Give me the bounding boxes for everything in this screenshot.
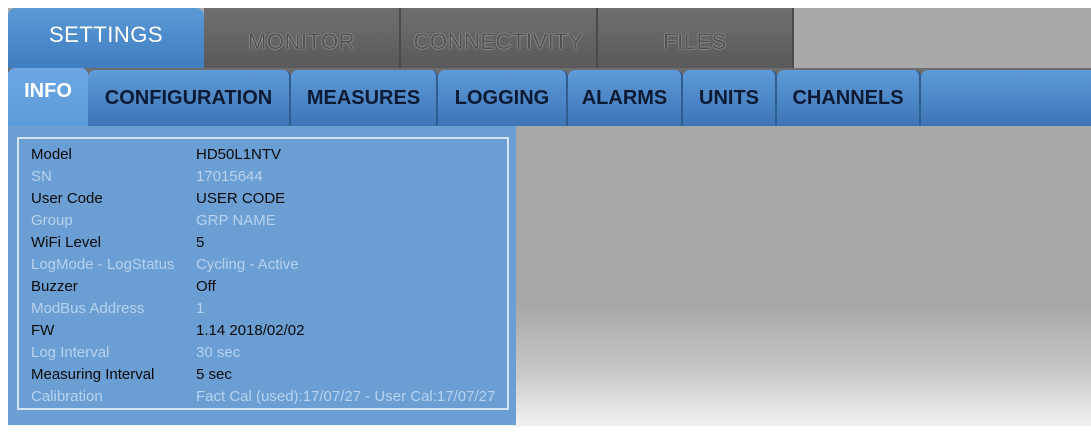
info-key: WiFi Level [31, 234, 102, 251]
info-row-buzzer: Buzzer Off [31, 276, 511, 298]
tab-measures[interactable]: MEASURES [291, 70, 438, 126]
info-value: 5 [196, 234, 205, 251]
info-key: Calibration [31, 388, 103, 405]
info-row-modbus-address: ModBus Address 1 [31, 298, 511, 320]
info-key: ModBus Address [31, 300, 145, 317]
tab-channels[interactable]: CHANNELS [777, 70, 921, 126]
tab-connectivity[interactable]: CONNECTIVITY [401, 8, 598, 68]
info-key: Log Interval [31, 344, 110, 361]
info-key: Measuring Interval [31, 366, 155, 383]
tab-connectivity-label: CONNECTIVITY [413, 29, 584, 54]
info-row-log-interval: Log Interval 30 sec [31, 342, 511, 364]
info-row-user-code: User Code USER CODE [31, 188, 511, 210]
tab-units[interactable]: UNITS [683, 70, 777, 126]
info-panel: Model HD50L1NTV SN 17015644 User Code US… [17, 137, 509, 410]
tab-configuration[interactable]: CONFIGURATION [88, 70, 291, 126]
info-row-fw: FW 1.14 2018/02/02 [31, 320, 511, 342]
tab-alarms-label: ALARMS [581, 86, 668, 109]
tab-channels-label: CHANNELS [792, 86, 904, 109]
info-row-model: Model HD50L1NTV [31, 144, 511, 166]
info-row-wifi-level: WiFi Level 5 [31, 232, 511, 254]
tab-measures-label: MEASURES [306, 86, 421, 109]
info-key: FW [31, 322, 55, 339]
sub-tab-bar: INFO CONFIGURATION MEASURES LOGGING ALAR… [8, 68, 1091, 126]
info-value: 5 sec [196, 366, 232, 383]
content-area: Model HD50L1NTV SN 17015644 User Code US… [8, 126, 1091, 426]
tab-monitor-label: MONITOR [248, 29, 355, 54]
app-window: SETTINGS MONITOR CONNECTIVITY FILES INFO… [0, 0, 1091, 443]
info-row-group: Group GRP NAME [31, 210, 511, 232]
tab-files[interactable]: FILES [598, 8, 794, 68]
info-container: Model HD50L1NTV SN 17015644 User Code US… [8, 126, 516, 425]
info-value: 30 sec [196, 344, 241, 361]
tab-monitor[interactable]: MONITOR [204, 8, 401, 68]
tab-units-label: UNITS [699, 86, 759, 109]
info-value: GRP NAME [196, 212, 276, 229]
tab-info-label: INFO [24, 80, 72, 102]
info-value: 1 [196, 300, 205, 317]
sub-tab-bar-filler [921, 70, 1091, 126]
tab-configuration-label: CONFIGURATION [104, 86, 273, 109]
info-key: Group [31, 212, 73, 229]
info-row-sn: SN 17015644 [31, 166, 511, 188]
main-tab-bar: SETTINGS MONITOR CONNECTIVITY FILES [8, 8, 1091, 68]
info-key: Buzzer [31, 278, 78, 295]
info-key: Model [31, 146, 72, 163]
info-key: LogMode - LogStatus [31, 256, 175, 273]
info-key: User Code [31, 190, 103, 207]
tab-files-label: FILES [663, 29, 727, 54]
tab-settings[interactable]: SETTINGS [8, 8, 204, 68]
info-value: USER CODE [196, 190, 286, 207]
info-value: 1.14 2018/02/02 [196, 322, 305, 339]
tab-settings-label: SETTINGS [48, 22, 163, 47]
info-key: SN [31, 168, 52, 185]
info-value: Cycling - Active [196, 256, 299, 273]
tab-logging-label: LOGGING [454, 86, 550, 109]
info-value: Fact Cal (used):17/07/27 - User Cal:17/0… [196, 388, 496, 405]
info-value: HD50L1NTV [196, 146, 282, 163]
tab-logging[interactable]: LOGGING [438, 70, 568, 126]
info-row-calibration: Calibration Fact Cal (used):17/07/27 - U… [31, 386, 511, 408]
info-row-measuring-interval: Measuring Interval 5 sec [31, 364, 511, 386]
info-value: 17015644 [196, 168, 263, 185]
info-value: Off [196, 278, 216, 295]
tab-info[interactable]: INFO [8, 68, 88, 126]
tab-alarms[interactable]: ALARMS [568, 70, 683, 126]
info-row-logmode: LogMode - LogStatus Cycling - Active [31, 254, 511, 276]
